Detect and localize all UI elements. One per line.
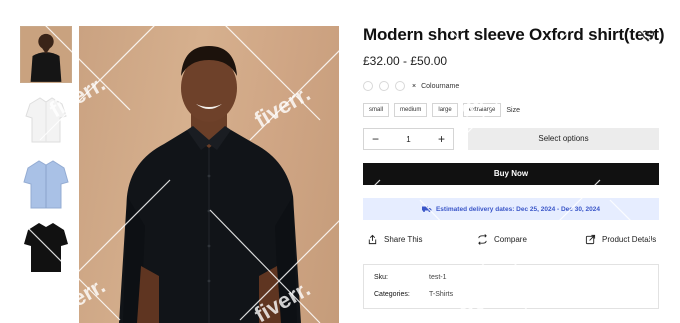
clear-colour-icon[interactable]: ×	[412, 83, 416, 90]
colour-swatches: × Colourname	[363, 81, 459, 91]
thumbnail-list	[20, 26, 72, 282]
delivery-estimate: Estimated delivery dates: Dec 25, 2024 -…	[363, 198, 659, 220]
product-actions: Share This Compare Product Details	[363, 234, 660, 250]
size-option-small[interactable]: small	[363, 103, 390, 117]
product-meta: Sku: test-1 Categories: T-Shirts	[363, 264, 659, 309]
product-info: Modern short sleeve Oxford shirt(test) £…	[363, 0, 664, 323]
thumbnail-black-shirt[interactable]	[20, 218, 72, 275]
colour-swatch[interactable]	[363, 81, 373, 91]
size-option-medium[interactable]: medium	[394, 103, 428, 117]
colour-swatch[interactable]	[395, 81, 405, 91]
quantity-value[interactable]: 1	[406, 135, 410, 144]
categories-value[interactable]: T-Shirts	[429, 291, 453, 298]
buy-now-button[interactable]: Buy Now	[363, 163, 659, 185]
product-price: £32.00 - £50.00	[363, 54, 448, 68]
share-icon	[368, 234, 377, 245]
categories-row: Categories: T-Shirts	[374, 291, 648, 298]
sku-key: Sku:	[374, 274, 389, 281]
product-details-button[interactable]: Product Details	[585, 234, 656, 245]
thumbnail-light-blue-shirt[interactable]	[20, 154, 72, 211]
compare-icon	[478, 234, 487, 245]
select-options-button[interactable]: Select options	[468, 128, 659, 150]
sku-value: test-1	[429, 274, 447, 281]
product-details-label: Product Details	[602, 235, 657, 244]
external-link-icon	[585, 234, 596, 245]
quantity-stepper: − 1 +	[363, 128, 454, 150]
thumbnail-model-black-shirt[interactable]	[20, 26, 72, 83]
share-button[interactable]: Share This	[367, 234, 423, 245]
categories-key: Categories:	[374, 291, 410, 298]
colour-label: Colourname	[421, 82, 460, 90]
thumbnail-white-shirt[interactable]	[20, 90, 72, 147]
heart-icon[interactable]	[641, 29, 655, 43]
delivery-text: Estimated delivery dates: Dec 25, 2024 -…	[435, 205, 601, 213]
quantity-increase-button[interactable]: +	[438, 132, 445, 146]
truck-icon	[421, 206, 432, 212]
compare-label: Compare	[494, 235, 527, 244]
quantity-decrease-button[interactable]: −	[372, 132, 379, 146]
main-product-image[interactable]	[79, 26, 339, 323]
size-label: Size	[506, 106, 521, 114]
colour-swatch[interactable]	[379, 81, 389, 91]
sku-row: Sku: test-1	[374, 274, 648, 281]
product-title: Modern short sleeve Oxford shirt(test)	[363, 25, 665, 44]
size-options: small medium large extralarge Size	[363, 103, 520, 117]
share-label: Share This	[384, 235, 423, 244]
size-option-large[interactable]: large	[432, 103, 458, 117]
compare-button[interactable]: Compare	[477, 234, 527, 245]
size-option-extralarge[interactable]: extralarge	[462, 103, 502, 117]
